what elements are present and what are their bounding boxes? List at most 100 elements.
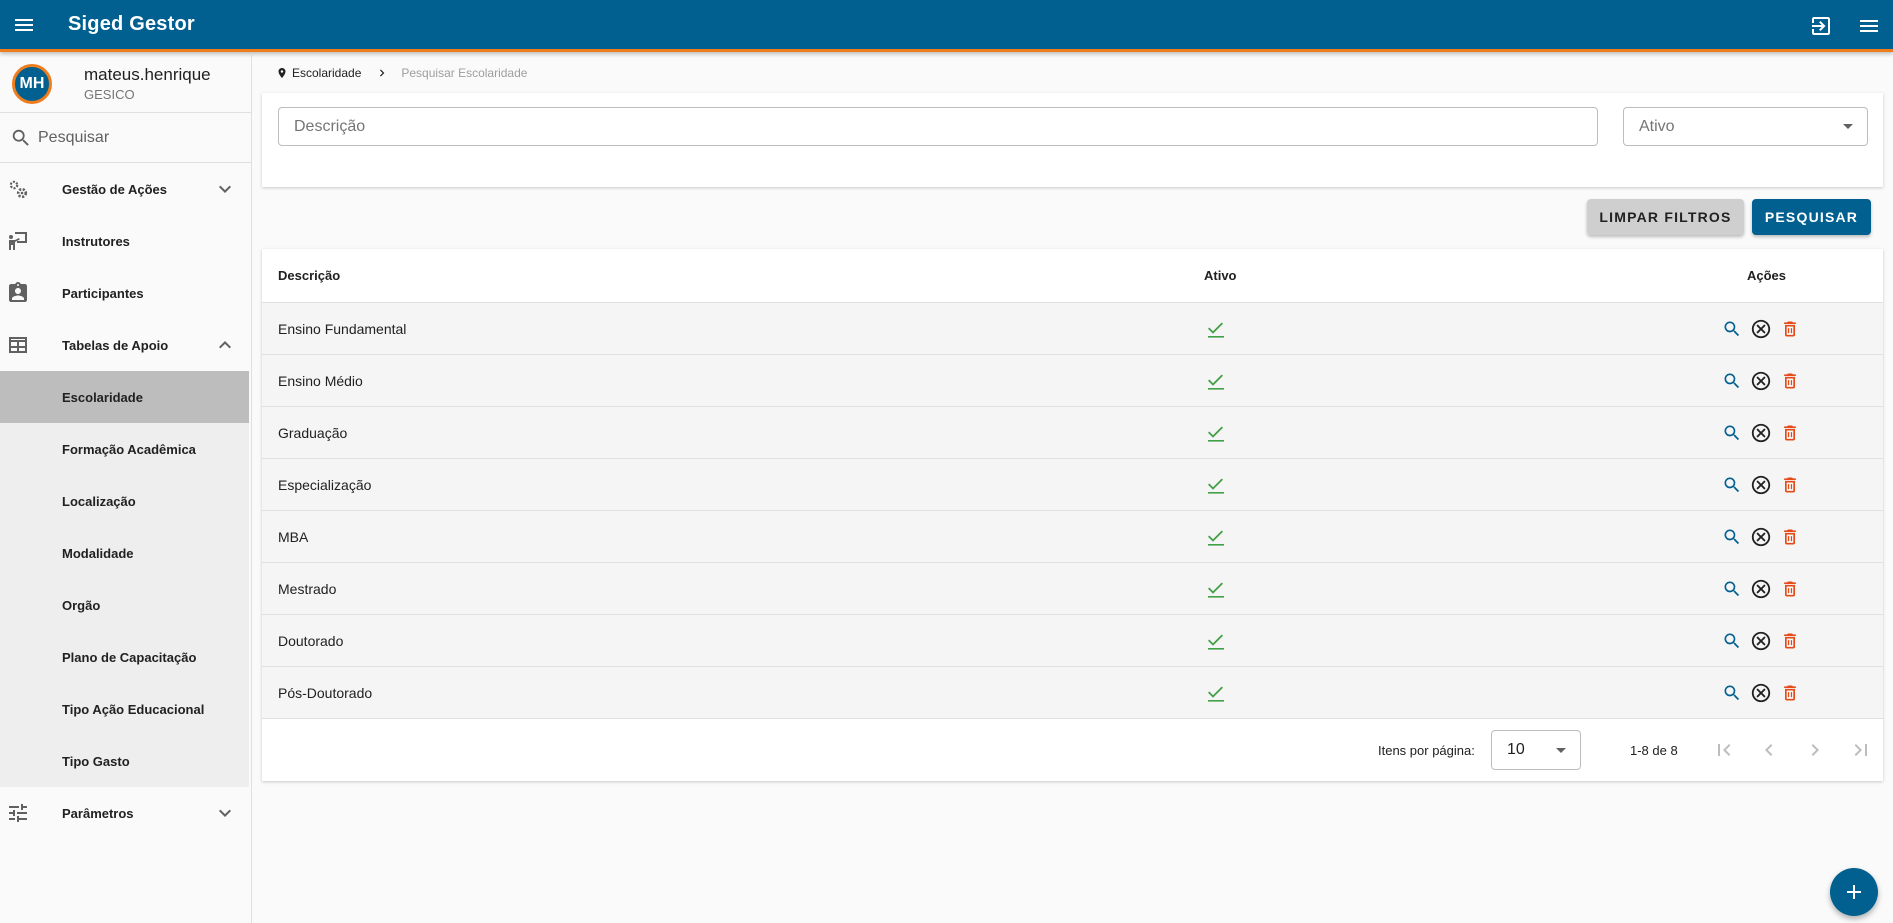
search-icon: [1724, 373, 1740, 389]
logout-icon: [1812, 17, 1830, 35]
sidebar-search-input[interactable]: [38, 128, 238, 147]
delete-button[interactable]: [1778, 369, 1802, 393]
deactivate-button[interactable]: [1749, 473, 1773, 497]
search-button[interactable]: PESQUISAR: [1752, 199, 1871, 235]
sidebar-item-gestao-de-acoes[interactable]: Gestão de Ações: [0, 163, 251, 215]
sidebar-subitem-orgao[interactable]: Orgão: [0, 579, 249, 631]
check-icon: [1204, 317, 1228, 344]
trash-icon: [1784, 633, 1796, 649]
column-header-actions: Ações: [1747, 268, 1787, 283]
first-page-button[interactable]: [1712, 738, 1736, 762]
first-page-icon: [1718, 744, 1731, 756]
avatar: MH: [12, 63, 52, 104]
cancel-circle-icon: [1751, 683, 1771, 703]
column-header-active: Ativo: [1204, 268, 1237, 283]
view-button[interactable]: [1720, 421, 1744, 445]
deactivate-button[interactable]: [1749, 525, 1773, 549]
deactivate-button[interactable]: [1749, 629, 1773, 653]
sidebar-subitem-escolaridade[interactable]: Escolaridade: [0, 371, 249, 423]
delete-button[interactable]: [1778, 317, 1802, 341]
trash-icon: [1784, 581, 1796, 597]
row-actions: [1720, 473, 1802, 497]
description-filter-input[interactable]: [278, 107, 1598, 146]
view-button[interactable]: [1720, 369, 1744, 393]
trash-icon: [1784, 477, 1796, 493]
check-icon: [1204, 369, 1228, 396]
table-row: MBA: [262, 511, 1883, 563]
delete-button[interactable]: [1778, 577, 1802, 601]
sidebar-subitem-tipo-gasto[interactable]: Tipo Gasto: [0, 735, 249, 787]
clear-filters-button[interactable]: LIMPAR FILTROS: [1587, 199, 1744, 235]
breadcrumb-item-escolaridade[interactable]: Escolaridade: [292, 66, 361, 80]
view-button[interactable]: [1720, 681, 1744, 705]
sidebar-subitem-plano-de-capacitacao[interactable]: Plano de Capacitação: [0, 631, 249, 683]
view-button[interactable]: [1720, 577, 1744, 601]
top-app-bar: Siged Gestor: [0, 0, 1893, 52]
breadcrumb: Escolaridade Pesquisar Escolaridade: [262, 55, 1883, 89]
deactivate-button[interactable]: [1749, 421, 1773, 445]
table-icon: [6, 333, 30, 357]
trash-icon: [1784, 373, 1796, 389]
next-page-button[interactable]: [1803, 738, 1827, 762]
table-row: Especialização: [262, 459, 1883, 511]
cancel-circle-icon: [1751, 631, 1771, 651]
delete-button[interactable]: [1778, 421, 1802, 445]
search-icon: [1724, 425, 1740, 441]
sidebar-item-label: Parâmetros: [62, 805, 134, 821]
main-content: Escolaridade Pesquisar Escolaridade Ativ…: [262, 55, 1883, 781]
sidebar-subitem-modalidade[interactable]: Modalidade: [0, 527, 249, 579]
row-actions: [1720, 421, 1802, 445]
table-row: Ensino Fundamental: [262, 303, 1883, 355]
check-icon: [1204, 681, 1228, 708]
delete-button[interactable]: [1778, 681, 1802, 705]
paginator: Itens por página: 10 1-8 de 8: [262, 719, 1883, 781]
table-header: Descrição Ativo Ações: [262, 249, 1883, 303]
sidebar-item-tabelas-de-apoio[interactable]: Tabelas de Apoio: [0, 319, 251, 371]
chevron-right-icon: [375, 66, 389, 80]
user-org: GESICO: [84, 87, 135, 102]
sidebar-item-instrutores[interactable]: Instrutores: [0, 215, 251, 267]
view-button[interactable]: [1720, 473, 1744, 497]
cancel-circle-icon: [1751, 527, 1771, 547]
sidebar-subitem-formacao-academica[interactable]: Formação Acadêmica: [0, 423, 249, 475]
view-button[interactable]: [1720, 629, 1744, 653]
add-button[interactable]: [1830, 868, 1878, 916]
active-status-select[interactable]: Ativo: [1623, 107, 1868, 146]
last-page-button[interactable]: [1849, 738, 1873, 762]
delete-button[interactable]: [1778, 629, 1802, 653]
deactivate-button[interactable]: [1749, 369, 1773, 393]
deactivate-button[interactable]: [1749, 577, 1773, 601]
chevron-right-icon: [1811, 744, 1819, 756]
logout-button[interactable]: [1797, 2, 1845, 50]
sidebar-item-participantes[interactable]: Participantes: [0, 267, 251, 319]
user-profile: MH mateus.henrique GESICO: [0, 55, 251, 113]
chevron-down-icon: [219, 185, 231, 193]
deactivate-button[interactable]: [1749, 317, 1773, 341]
sidebar-subitem-tipo-acao-educacional[interactable]: Tipo Ação Educacional: [0, 683, 249, 735]
table-row: Doutorado: [262, 615, 1883, 667]
sidebar-subitem-localizacao[interactable]: Localização: [0, 475, 249, 527]
sidebar-item-label: Participantes: [62, 285, 144, 301]
chevron-up-icon: [219, 341, 231, 349]
items-per-page-select[interactable]: 10: [1491, 730, 1581, 770]
menu-button[interactable]: [0, 1, 48, 49]
cancel-circle-icon: [1751, 423, 1771, 443]
delete-button[interactable]: [1778, 525, 1802, 549]
menu-icon: [1860, 20, 1878, 32]
row-actions: [1720, 629, 1802, 653]
delete-button[interactable]: [1778, 473, 1802, 497]
search-icon: [1724, 633, 1740, 649]
view-button[interactable]: [1720, 317, 1744, 341]
deactivate-button[interactable]: [1749, 681, 1773, 705]
trash-icon: [1784, 321, 1796, 337]
more-menu-button[interactable]: [1845, 2, 1893, 50]
breadcrumb-current-page: Pesquisar Escolaridade: [401, 66, 528, 80]
cancel-circle-icon: [1751, 475, 1771, 495]
row-actions: [1720, 317, 1802, 341]
previous-page-button[interactable]: [1757, 738, 1781, 762]
view-button[interactable]: [1720, 525, 1744, 549]
table-row: Ensino Médio: [262, 355, 1883, 407]
row-description: MBA: [278, 528, 309, 545]
column-header-description: Descrição: [278, 268, 341, 283]
sidebar-item-parametros[interactable]: Parâmetros: [0, 787, 251, 839]
